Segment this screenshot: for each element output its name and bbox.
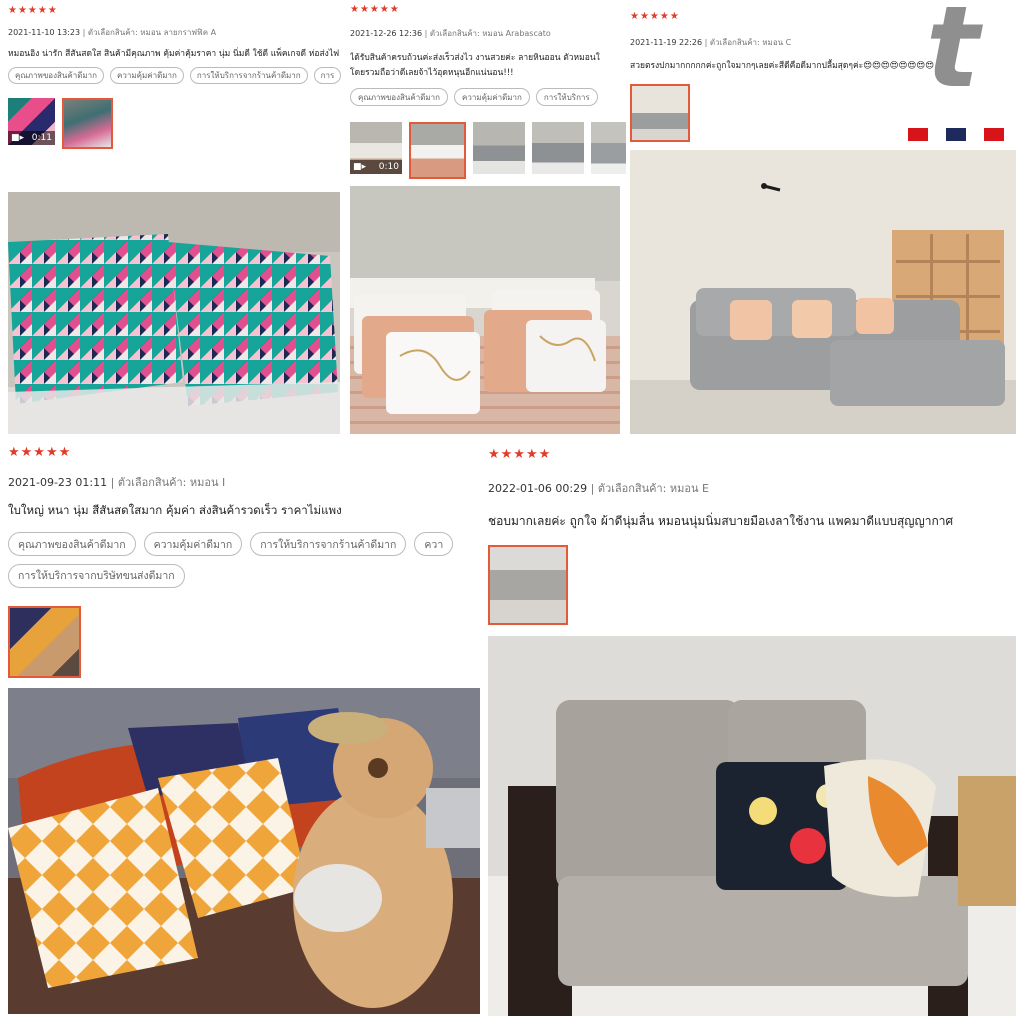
brand-logo-t: t bbox=[926, 0, 980, 113]
review-photo-5[interactable] bbox=[488, 636, 1016, 1016]
tag-quality[interactable]: คุณภาพของสินค้าดีมาก bbox=[350, 88, 448, 106]
rating-stars: ★★★★★ bbox=[8, 5, 58, 16]
review-card-2: ★★★★★ 2021-12-26 12:36 | ตัวเลือกสินค้า:… bbox=[344, 0, 626, 185]
tag-more[interactable]: ควา bbox=[414, 532, 454, 556]
review-variant: | ตัวเลือกสินค้า: หมอน C bbox=[704, 38, 792, 47]
swatch-red[interactable] bbox=[908, 128, 928, 141]
review-tags: คุณภาพของสินค้าดีมาก ความคุ้มค่าดีมาก กา… bbox=[8, 532, 484, 588]
photo-thumbnail[interactable] bbox=[591, 122, 626, 174]
review-meta: 2021-09-23 01:11 | ตัวเลือกสินค้า: หมอน … bbox=[8, 473, 225, 491]
video-camera-icon: ■▸ bbox=[353, 162, 367, 172]
video-camera-icon: ■▸ bbox=[11, 133, 25, 143]
swatch-red-2[interactable] bbox=[984, 128, 1004, 141]
review-variant: | ตัวเลือกสินค้า: หมอน Arabascato bbox=[424, 29, 551, 38]
tag-service[interactable]: การให้บริการจากร้านค้าดีมาก bbox=[189, 67, 308, 84]
review-variant: | ตัวเลือกสินค้า: หมอน I bbox=[110, 476, 226, 489]
review-card-4: ★★★★★ 2021-09-23 01:11 | ตัวเลือกสินค้า:… bbox=[0, 440, 484, 684]
tag-value[interactable]: ความคุ้มค่าดีมาก bbox=[110, 67, 184, 84]
review-meta: 2021-12-26 12:36 | ตัวเลือกสินค้า: หมอน … bbox=[350, 27, 551, 40]
rating-stars: ★★★★★ bbox=[630, 11, 680, 22]
review-tags: คุณภาพของสินค้าดีมาก ความคุ้มค่าดีมาก กา… bbox=[8, 67, 344, 87]
video-thumbnail[interactable]: ■▸ 0:11 bbox=[8, 98, 55, 145]
photo-thumbnail[interactable] bbox=[473, 122, 525, 174]
rating-stars: ★★★★★ bbox=[8, 445, 72, 460]
review-meta: 2022-01-06 00:29 | ตัวเลือกสินค้า: หมอน … bbox=[488, 479, 709, 497]
tag-service[interactable]: การให้บริการ bbox=[535, 88, 598, 106]
rating-stars: ★★★★★ bbox=[350, 4, 400, 15]
review-card-3: ★★★★★ 2021-11-19 22:26 | ตัวเลือกสินค้า:… bbox=[626, 0, 1024, 148]
photo-thumbnail[interactable] bbox=[409, 122, 466, 179]
review-text: ชอบมากเลยค่ะ ถูกใจ ผ้าดีนุ่มลื่น หมอนนุ่… bbox=[488, 514, 954, 528]
tag-quality[interactable]: คุณภาพของสินค้าดีมาก bbox=[8, 532, 136, 556]
photo-thumbnail[interactable] bbox=[8, 606, 81, 678]
review-variant: | ตัวเลือกสินค้า: หมอน ลายกราฟฟิค A bbox=[82, 28, 217, 37]
video-thumbnail[interactable]: ■▸ 0:10 bbox=[350, 122, 402, 174]
review-meta: 2021-11-19 22:26 | ตัวเลือกสินค้า: หมอน … bbox=[630, 36, 791, 49]
review-variant: | ตัวเลือกสินค้า: หมอน E bbox=[590, 482, 709, 495]
review-media: ■▸ 0:11 bbox=[8, 98, 113, 149]
tag-quality[interactable]: คุณภาพของสินค้าดีมาก bbox=[8, 67, 104, 84]
review-text-line-1: ได้รับสินค้าครบถ้วนค่ะส่งเร็วส่งไว งานสว… bbox=[350, 53, 600, 63]
review-date: 2021-12-26 12:36 bbox=[350, 29, 423, 38]
review-photo-1[interactable] bbox=[8, 192, 340, 434]
color-swatches bbox=[908, 128, 1004, 141]
photo-thumbnail[interactable] bbox=[62, 98, 113, 149]
review-card-1: ★★★★★ 2021-11-10 13:23 | ตัวเลือกสินค้า:… bbox=[0, 0, 344, 190]
rating-stars: ★★★★★ bbox=[488, 447, 552, 462]
photo-thumbnail[interactable] bbox=[532, 122, 584, 174]
review-photo-3[interactable] bbox=[630, 150, 1016, 434]
video-duration: 0:10 bbox=[378, 162, 399, 172]
review-date: 2021-11-19 22:26 bbox=[630, 38, 703, 47]
review-tags: คุณภาพของสินค้าดีมาก ความคุ้มค่าดีมาก กา… bbox=[350, 88, 626, 108]
review-text-line-2: โดยรวมถือว่าดีเลยจ้าไว้อุดหนุนอีกแน่นอน!… bbox=[350, 68, 514, 78]
video-duration: 0:11 bbox=[31, 133, 52, 143]
review-meta: 2021-11-10 13:23 | ตัวเลือกสินค้า: หมอน … bbox=[8, 26, 216, 39]
review-media: ■▸ 0:10 bbox=[350, 122, 626, 179]
review-date: 2022-01-06 00:29 bbox=[488, 482, 588, 495]
review-photo-2[interactable] bbox=[350, 186, 620, 434]
review-text: ใบใหญ่ หนา นุ่ม สีสันสดใสมาก คุ้มค่า ส่ง… bbox=[8, 503, 342, 517]
tag-service[interactable]: การให้บริการจากร้านค้าดีมาก bbox=[250, 532, 407, 556]
photo-thumbnail[interactable] bbox=[488, 545, 568, 625]
review-date: 2021-09-23 01:11 bbox=[8, 476, 108, 489]
review-card-5: ★★★★★ 2022-01-06 00:29 | ตัวเลือกสินค้า:… bbox=[484, 440, 1024, 634]
watermark-logo: t bbox=[926, 0, 1022, 112]
review-date: 2021-11-10 13:23 bbox=[8, 28, 81, 37]
tag-value[interactable]: ความคุ้มค่าดีมาก bbox=[143, 532, 243, 556]
swatch-navy[interactable] bbox=[946, 128, 966, 141]
tag-more[interactable]: การ bbox=[313, 67, 342, 84]
photo-thumbnail[interactable] bbox=[630, 84, 690, 142]
review-photo-4[interactable] bbox=[8, 688, 480, 1014]
review-text: หมอนอิง น่ารัก สีสันสดใส สินค้ามีคุณภาพ … bbox=[8, 49, 340, 59]
tag-value[interactable]: ความคุ้มค่าดีมาก bbox=[454, 88, 530, 106]
tag-shipping[interactable]: การให้บริการจากบริษัทขนส่งดีมาก bbox=[8, 563, 185, 588]
